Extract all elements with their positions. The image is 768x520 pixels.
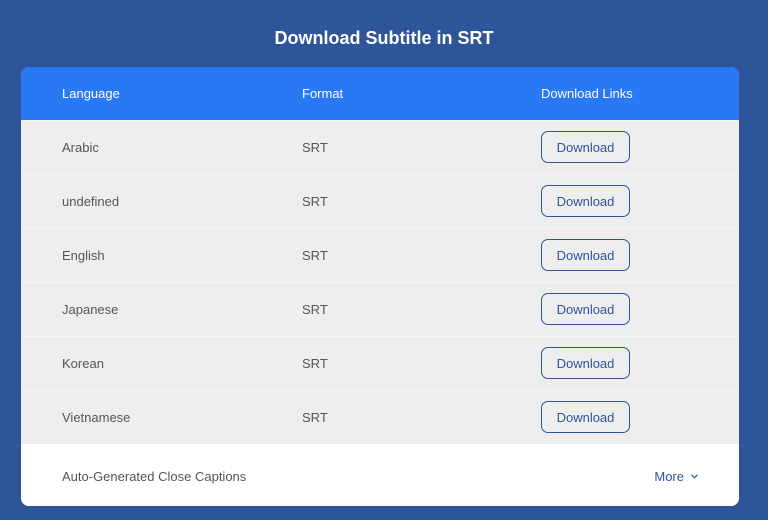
- table-row: Vietnamese SRT Download: [21, 390, 739, 444]
- header-download-links: Download Links: [541, 86, 633, 101]
- language-cell: Korean: [62, 356, 104, 371]
- format-cell: SRT: [302, 356, 328, 371]
- language-cell: Vietnamese: [62, 410, 131, 425]
- format-cell: SRT: [302, 410, 328, 425]
- format-cell: SRT: [302, 140, 328, 155]
- download-button[interactable]: Download: [541, 401, 630, 433]
- download-button[interactable]: Download: [541, 293, 630, 325]
- more-label: More: [654, 468, 684, 484]
- more-button[interactable]: More: [654, 469, 699, 484]
- language-cell: Arabic: [62, 140, 99, 155]
- table-row: undefined SRT Download: [21, 174, 739, 228]
- subtitle-card: Language Format Download Links Arabic SR…: [21, 67, 739, 506]
- download-button[interactable]: Download: [541, 347, 630, 379]
- download-button[interactable]: Download: [541, 239, 630, 271]
- format-cell: SRT: [302, 194, 328, 209]
- auto-captions-row: Auto-Generated Close Captions More: [21, 444, 739, 506]
- language-cell: English: [62, 248, 105, 263]
- download-button[interactable]: Download: [541, 185, 630, 217]
- language-cell: undefined: [62, 194, 120, 209]
- format-cell: SRT: [302, 302, 328, 317]
- format-cell: SRT: [302, 248, 328, 263]
- table-row: Korean SRT Download: [21, 336, 739, 390]
- language-cell: Japanese: [62, 302, 119, 317]
- table-row: English SRT Download: [21, 228, 739, 282]
- table-header: Language Format Download Links: [21, 67, 739, 120]
- header-format: Format: [302, 86, 344, 101]
- header-language: Language: [62, 86, 120, 101]
- table-row: Arabic SRT Download: [21, 120, 739, 174]
- page-title: Download Subtitle in SRT: [274, 28, 494, 48]
- chevron-down-icon: [691, 474, 698, 478]
- auto-caption-label: Auto-Generated Close Captions: [62, 468, 247, 484]
- download-button[interactable]: Download: [541, 131, 630, 163]
- table-row: Japanese SRT Download: [21, 282, 739, 336]
